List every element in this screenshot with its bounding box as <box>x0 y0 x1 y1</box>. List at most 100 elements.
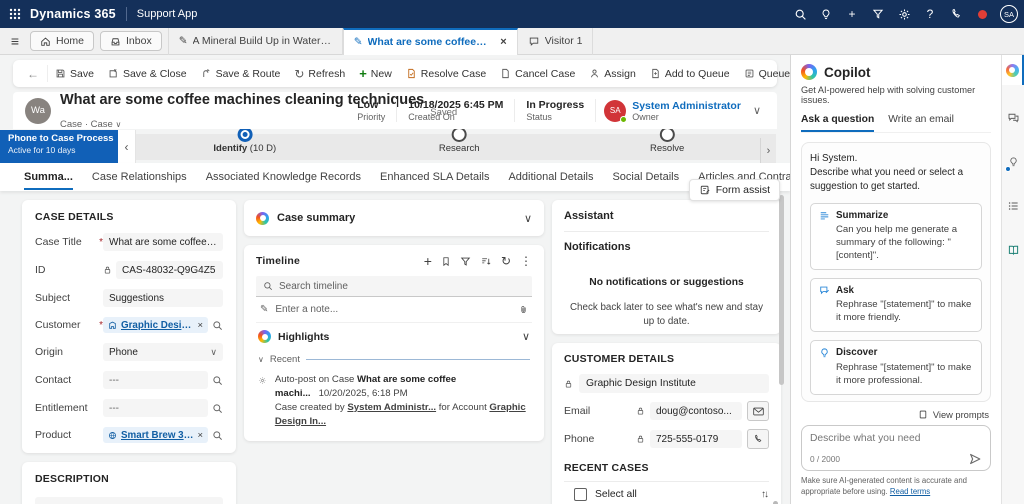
bpf-stage-resolve[interactable]: Resolve <box>650 127 684 154</box>
bpf-next-chevron-icon[interactable]: › <box>760 138 776 164</box>
sort-icon[interactable]: ↑↓ <box>761 489 769 500</box>
timeline-note-input[interactable]: ✎ Enter a note... <box>256 297 532 323</box>
send-email-button[interactable] <box>747 401 769 421</box>
lookup-search-icon[interactable] <box>212 403 223 414</box>
remove-value-icon[interactable]: × <box>197 320 203 331</box>
tab-case-relationships[interactable]: Case Relationships <box>92 164 187 190</box>
app-name[interactable]: Support App <box>137 8 198 20</box>
select-all-checkbox[interactable] <box>574 488 587 501</box>
header-field-owner[interactable]: SA System Administrator Owner <box>596 99 749 123</box>
origin-dropdown[interactable]: Phone ∨ <box>103 343 223 361</box>
settings-gear-icon[interactable] <box>892 1 916 27</box>
session-tab-visitor1[interactable]: Visitor 1 <box>518 27 594 55</box>
save-close-button[interactable]: Save & Close <box>101 60 194 87</box>
add-to-queue-button[interactable]: Add to Queue <box>643 60 737 87</box>
form-selector[interactable]: Case <box>91 119 113 130</box>
assign-button[interactable]: Assign <box>582 60 643 87</box>
timeline-add-icon[interactable]: + <box>424 254 432 268</box>
hamburger-menu-icon[interactable]: ≡ <box>0 33 30 49</box>
save-button[interactable]: Save <box>48 60 101 87</box>
recording-indicator[interactable] <box>970 1 994 27</box>
refresh-button[interactable]: ↻ Refresh <box>287 60 352 87</box>
rail-knowledge-tab[interactable] <box>1002 235 1024 265</box>
save-route-button[interactable]: Save & Route <box>194 60 288 87</box>
header-expand-chevron-icon[interactable]: ∨ <box>749 104 765 117</box>
lightbulb-icon[interactable] <box>814 1 838 27</box>
user-avatar[interactable]: SA <box>1000 5 1018 23</box>
queue-item-details-button[interactable]: Queue Item Details <box>737 60 790 87</box>
home-tab[interactable]: Home <box>30 31 95 51</box>
timeline-highlights-row[interactable]: Highlights ∨ <box>256 323 532 350</box>
customer-lookup-pill[interactable]: Graphic Design I... × <box>103 317 208 333</box>
copilot-tab-email[interactable]: Write an email <box>888 114 954 132</box>
tab-social-details[interactable]: Social Details <box>612 164 679 190</box>
assign-person-icon <box>591 69 599 78</box>
plus-icon[interactable]: + <box>840 1 864 27</box>
brand-title[interactable]: Dynamics 365 <box>30 7 116 21</box>
entitlement-lookup-input[interactable]: --- <box>103 399 208 417</box>
rail-copilot-tab[interactable] <box>1002 55 1024 85</box>
close-tab-icon[interactable]: × <box>500 36 506 48</box>
timeline-filter-icon[interactable] <box>460 256 471 267</box>
suggestion-ask[interactable]: Ask Rephrase "[statement]" to make it mo… <box>810 277 982 332</box>
tab-enhanced-sla-details[interactable]: Enhanced SLA Details <box>380 164 489 190</box>
case-title-input[interactable]: What are some coffee ma... <box>103 233 223 251</box>
inbox-tab[interactable]: Inbox <box>100 31 162 51</box>
form-assist-button[interactable]: Form assist <box>688 179 780 201</box>
search-icon[interactable] <box>788 1 812 27</box>
session-tab-coffee-machines-active[interactable]: ✎ What are some coffee mac... × <box>342 27 518 55</box>
timeline-entry-autopost[interactable]: Auto-post on Case What are some coffee m… <box>256 367 532 431</box>
main-vertical-scrollbar[interactable] <box>779 195 784 385</box>
chevron-down-icon[interactable]: ∨ <box>115 120 121 129</box>
contact-lookup-input[interactable]: --- <box>103 371 208 389</box>
cancel-case-button[interactable]: Cancel Case <box>493 60 582 87</box>
lookup-search-icon[interactable] <box>212 320 223 331</box>
bpf-stage-research[interactable]: Research <box>439 127 480 154</box>
bpf-active-duration: Active for 10 days <box>8 145 76 155</box>
remove-value-icon[interactable]: × <box>197 430 203 441</box>
rail-conversations-tab[interactable] <box>1002 103 1024 133</box>
view-prompts-button[interactable]: View prompts <box>803 409 989 420</box>
lookup-search-icon[interactable] <box>212 375 223 386</box>
product-lookup-pill[interactable]: Smart Brew 300 × <box>103 427 208 443</box>
bpf-stage-identify[interactable]: Identify (10 D) <box>213 127 276 154</box>
call-phone-button[interactable] <box>747 429 769 449</box>
timeline-sort-icon[interactable] <box>480 256 492 267</box>
rail-agent-scripts-tab[interactable] <box>1002 191 1024 221</box>
app-launcher-waffle-icon[interactable] <box>0 0 30 28</box>
chevron-down-icon[interactable]: ∨ <box>524 212 532 225</box>
bpf-process-box[interactable]: Phone to Case Process Active for 10 days <box>0 130 118 163</box>
copilot-input-box[interactable]: Describe what you need 0 / 2000 <box>801 425 991 472</box>
suggestion-discover[interactable]: Discover Rephrase "[statement]" to make … <box>810 339 982 395</box>
owner-value[interactable]: System Administrator <box>632 100 741 112</box>
send-icon[interactable] <box>968 452 982 466</box>
lookup-search-icon[interactable] <box>212 430 223 441</box>
read-terms-link[interactable]: Read terms <box>890 487 930 496</box>
suggestion-summarize[interactable]: Summarize Can you help me generate a sum… <box>810 202 982 270</box>
tab-additional-details[interactable]: Additional Details <box>508 164 593 190</box>
back-arrow-icon[interactable]: ← <box>19 65 48 82</box>
paperclip-icon[interactable] <box>519 304 528 315</box>
case-summary-section[interactable]: Case summary ∨ <box>244 200 544 236</box>
description-textarea[interactable]: --- <box>35 497 223 504</box>
timeline-bookmark-icon[interactable] <box>441 256 451 267</box>
copilot-tab-ask[interactable]: Ask a question <box>801 114 875 132</box>
tab-summary[interactable]: Summa... <box>24 164 73 190</box>
subject-input[interactable]: Suggestions <box>103 289 223 307</box>
timeline-recent-group[interactable]: ∨ Recent <box>258 354 530 365</box>
chevron-down-icon[interactable]: ∨ <box>522 330 530 343</box>
bpf-collapse-chevron-icon[interactable]: ‹ <box>118 130 136 163</box>
phone-dialer-icon[interactable] <box>944 1 968 27</box>
new-button[interactable]: + New <box>352 60 399 87</box>
filter-icon[interactable] <box>866 1 890 27</box>
timeline-more-icon[interactable]: ⋮ <box>520 255 532 267</box>
resolve-case-button[interactable]: Resolve Case <box>399 60 493 87</box>
system-administrator-link[interactable]: System Administr... <box>347 402 436 413</box>
help-icon[interactable]: ? <box>918 1 942 27</box>
timeline-search-input[interactable]: Search timeline <box>256 276 532 297</box>
assistant-empty-subtitle: Check back later to see what's new and s… <box>569 302 763 327</box>
rail-suggestions-tab[interactable] <box>1002 147 1024 177</box>
tab-associated-knowledge-records[interactable]: Associated Knowledge Records <box>206 164 361 190</box>
timeline-refresh-icon[interactable]: ↻ <box>501 255 511 267</box>
session-tab-mineral-buildup[interactable]: ✎ A Mineral Build Up in Water Su... <box>167 27 343 55</box>
